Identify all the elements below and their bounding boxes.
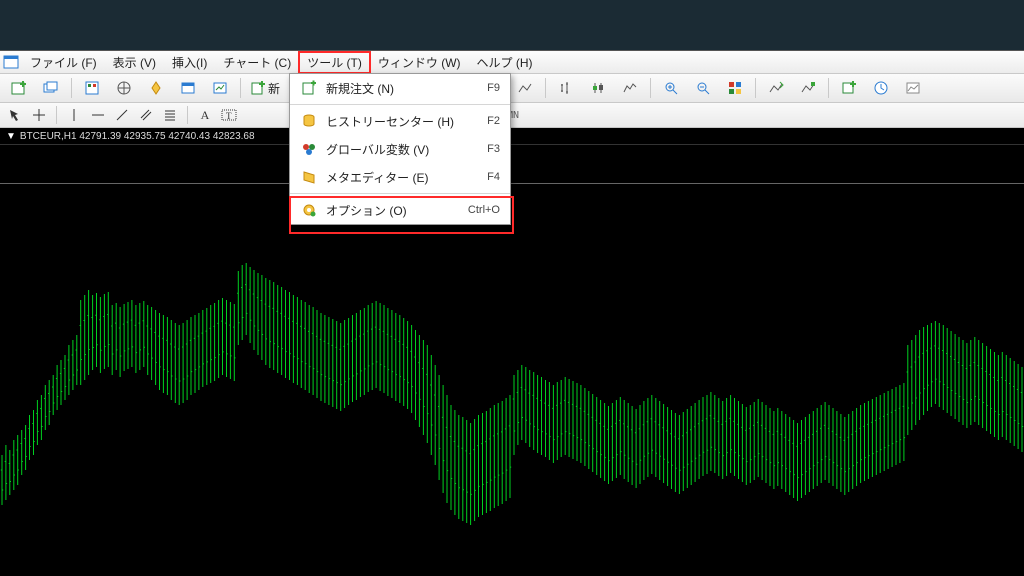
channel-tool[interactable]	[135, 105, 157, 125]
app-window: ファイル (F) 表示 (V) 挿入(I) チャート (C) ツール (T) ウ…	[0, 50, 1024, 576]
separator	[56, 106, 57, 124]
text-tool[interactable]: A	[194, 105, 216, 125]
navigator-button[interactable]	[109, 76, 139, 100]
price-chart	[0, 145, 1024, 576]
crosshair-tool[interactable]	[28, 105, 50, 125]
cursor-tool[interactable]	[4, 105, 26, 125]
autoscroll-button[interactable]	[793, 76, 823, 100]
app-icon	[2, 53, 20, 71]
separator	[828, 78, 829, 98]
terminal-button[interactable]	[173, 76, 203, 100]
new-order-label: 新	[268, 80, 280, 97]
database-icon	[300, 113, 318, 129]
menu-tools[interactable]: ツール (T)	[299, 52, 370, 73]
chart-status-bar: ▼ BTCEUR,H1 42791.39 42935.75 42740.43 4…	[0, 128, 1024, 145]
menu-item-shortcut: F4	[487, 171, 500, 183]
shift-button[interactable]	[761, 76, 791, 100]
zoom-out-button[interactable]	[688, 76, 718, 100]
gear-icon	[300, 202, 318, 218]
line-chart-button[interactable]	[615, 76, 645, 100]
zoom-in-button[interactable]	[656, 76, 686, 100]
new-order-button[interactable]: 新	[246, 76, 284, 100]
toolbar-main: 新	[0, 74, 1024, 103]
tile-windows-button[interactable]	[720, 76, 750, 100]
data-window-button[interactable]	[141, 76, 171, 100]
menu-separator	[290, 104, 510, 105]
menu-item-shortcut: F3	[487, 143, 500, 155]
trendline-tool[interactable]	[111, 105, 133, 125]
separator	[755, 78, 756, 98]
indicators-button[interactable]	[834, 76, 864, 100]
menu-file[interactable]: ファイル (F)	[22, 52, 105, 73]
chart-area[interactable]	[0, 145, 1024, 576]
menu-item-shortcut: F2	[487, 115, 500, 127]
strategy-tester-button[interactable]	[205, 76, 235, 100]
templates-button[interactable]	[898, 76, 928, 100]
fibo-tool[interactable]	[159, 105, 181, 125]
separator	[240, 78, 241, 98]
dropdown-triangle-icon[interactable]: ▼	[6, 131, 16, 142]
menu-history-center[interactable]: ヒストリーセンター (H) F2	[290, 107, 510, 135]
separator	[187, 106, 188, 124]
menu-item-label: ヒストリーセンター (H)	[326, 113, 479, 130]
menu-view[interactable]: 表示 (V)	[105, 52, 164, 73]
menu-metaeditor[interactable]: メタエディター (E) F4	[290, 163, 510, 191]
menu-item-label: グローバル変数 (V)	[326, 141, 479, 158]
menu-help[interactable]: ヘルプ (H)	[469, 52, 541, 73]
new-chart-button[interactable]	[4, 76, 34, 100]
svg-text:T: T	[226, 111, 232, 121]
globals-icon	[300, 141, 318, 157]
menu-insert[interactable]: 挿入(I)	[164, 52, 215, 73]
toolbar-drawing: A T D1 W1 MN	[0, 103, 1024, 128]
chart-title: BTCEUR,H1 42791.39 42935.75 42740.43 428…	[20, 131, 255, 142]
separator	[650, 78, 651, 98]
menu-item-shortcut: F9	[487, 82, 500, 94]
menu-item-label: オプション (O)	[326, 202, 460, 219]
menu-bar: ファイル (F) 表示 (V) 挿入(I) チャート (C) ツール (T) ウ…	[0, 51, 1024, 74]
bar-chart-button[interactable]	[551, 76, 581, 100]
market-watch-button[interactable]	[77, 76, 107, 100]
menu-options[interactable]: オプション (O) Ctrl+O	[290, 196, 510, 224]
menu-item-shortcut: Ctrl+O	[468, 204, 500, 216]
menu-item-label: 新規注文 (N)	[326, 80, 479, 97]
menu-separator	[290, 193, 510, 194]
menu-new-order[interactable]: 新規注文 (N) F9	[290, 74, 510, 102]
separator	[71, 78, 72, 98]
label-tool[interactable]: T	[218, 105, 240, 125]
candle-chart-button[interactable]	[583, 76, 613, 100]
menu-global-variables[interactable]: グローバル変数 (V) F3	[290, 135, 510, 163]
hline-tool[interactable]	[87, 105, 109, 125]
profiles-button[interactable]	[36, 76, 66, 100]
tools-menu-dropdown: 新規注文 (N) F9 ヒストリーセンター (H) F2 グローバル変数 (V)…	[289, 73, 511, 225]
menu-chart[interactable]: チャート (C)	[215, 52, 299, 73]
autotrading-button[interactable]	[510, 76, 540, 100]
plus-icon	[300, 80, 318, 96]
menu-window[interactable]: ウィンドウ (W)	[370, 52, 469, 73]
book-icon	[300, 169, 318, 185]
vline-tool[interactable]	[63, 105, 85, 125]
periods-button[interactable]	[866, 76, 896, 100]
menu-item-label: メタエディター (E)	[326, 169, 479, 186]
separator	[545, 78, 546, 98]
